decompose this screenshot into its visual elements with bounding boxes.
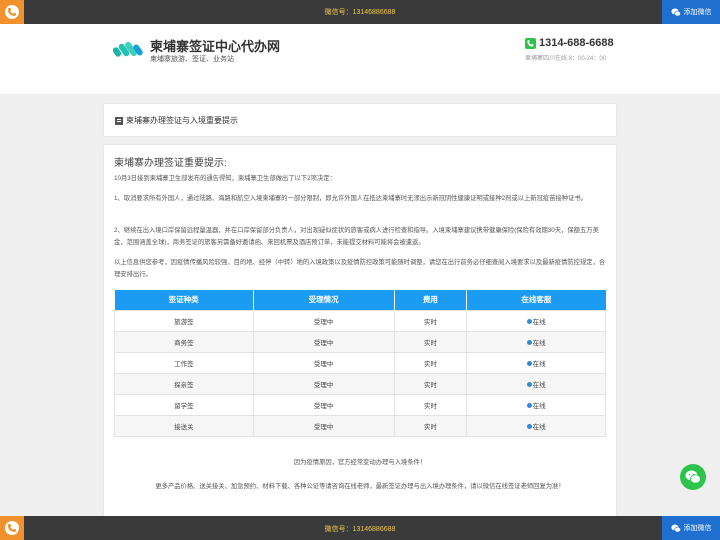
cell-online[interactable]: 在线 (466, 309, 606, 332)
floating-wechat-button[interactable] (680, 464, 706, 490)
wechat-icon (685, 470, 701, 484)
cell-status: 受理中 (252, 372, 395, 395)
paragraph-intro: 10月3日接到柬埔寨卫生部发布的通告得知，柬埔寨卫生部做出了以下2项决定： (114, 175, 336, 182)
cell-visa-type: 接送关 (114, 414, 254, 437)
notice-text-covid: 因为疫情原因，官方经常变动办理与入境条件！ (293, 459, 427, 466)
cell-status: 受理中 (252, 309, 395, 332)
table-row: 旅游签 受理中 实时 在线 (114, 309, 606, 332)
cell-visa-type: 留学签 (114, 393, 254, 416)
hotline-note: 柬埔寨四川在线 8：00-24：00 (525, 56, 607, 62)
cell-visa-type: 工作签 (114, 351, 254, 374)
cell-status: 受理中 (252, 414, 395, 437)
cell-fee: 实时 (393, 351, 468, 374)
cell-status: 受理中 (252, 393, 395, 416)
visa-table: 签证种类 受理情况 费用 在线客服 旅游签 受理中 实时 在线 商务签 受理中 … (114, 290, 606, 437)
wechat-icon (670, 8, 681, 16)
logo-mark-icon[interactable] (112, 38, 143, 63)
online-link[interactable]: 在线 (533, 361, 546, 368)
table-row: 工作签 受理中 实时 在线 (114, 351, 606, 374)
online-link[interactable]: 在线 (533, 340, 546, 347)
online-link[interactable]: 在线 (533, 424, 546, 431)
site-header (0, 24, 720, 94)
site-title[interactable]: 柬埔寨签证中心代办网 (150, 36, 280, 55)
paragraph-rule-1: 1、取消要求所有外国人，通过陆路、海路和航空入境柬埔寨的一部分限制，即允许外国人… (114, 195, 587, 202)
cell-online[interactable]: 在线 (466, 414, 606, 437)
top-bar: 微信号：13146886688 添加微信 (0, 0, 720, 24)
add-wechat-button[interactable]: 添加微信 (662, 516, 720, 540)
online-icon (526, 424, 532, 430)
table-row: 探亲签 受理中 实时 在线 (114, 372, 606, 395)
paragraph-advice: 以上信息供您参考，因疫情传播风险较强，目的地、经停（中转）地的入境政策以及疫情防… (114, 259, 606, 278)
cell-fee: 实时 (393, 414, 468, 437)
online-link[interactable]: 在线 (533, 403, 546, 410)
cell-visa-type: 旅游签 (114, 309, 254, 332)
cell-fee: 实时 (393, 372, 468, 395)
cell-online[interactable]: 在线 (466, 393, 606, 416)
cell-visa-type: 探亲签 (114, 372, 254, 395)
add-wechat-label: 添加微信 (683, 9, 712, 16)
notice-card: 柬埔寨办理签证与入境重要提示 (104, 104, 616, 136)
header-online-service: 在线客服 (466, 290, 606, 310)
header-visa-type: 签证种类 (114, 290, 254, 310)
wechat-id-text: 微信号：13146886688 (324, 526, 396, 533)
cell-fee: 实时 (393, 330, 468, 353)
table-row: 商务签 受理中 实时 在线 (114, 330, 606, 353)
doc-icon (115, 116, 123, 125)
cell-status: 受理中 (252, 351, 395, 374)
cell-online[interactable]: 在线 (466, 351, 606, 374)
wechat-icon (525, 37, 536, 49)
cell-fee: 实时 (393, 309, 468, 332)
online-icon (526, 340, 532, 346)
wechat-icon (670, 524, 681, 532)
site-subtitle: 柬埔寨旅游、签证、业务站 (150, 56, 234, 63)
wechat-id-text: 微信号：13146886688 (324, 9, 396, 16)
notice-card-header: 柬埔寨办理签证与入境重要提示 (115, 115, 238, 126)
table-row: 接送关 受理中 实时 在线 (114, 414, 606, 437)
notice-card-title: 柬埔寨办理签证与入境重要提示 (126, 116, 238, 125)
cell-status: 受理中 (252, 330, 395, 353)
cell-online[interactable]: 在线 (466, 330, 606, 353)
online-icon (526, 382, 532, 388)
hotline-number: 1314-688-6688 (539, 37, 614, 49)
content-card: 柬埔寨办理签证重要提示: 10月3日接到柬埔寨卫生部发布的通告得知，柬埔寨卫生部… (104, 145, 616, 516)
online-icon (526, 403, 532, 409)
header-fee: 费用 (394, 290, 468, 310)
header-status: 受理情况 (253, 290, 395, 310)
notice-text-contact: 更多产品价格、送关接关、加急预约、材料下载、各种公证等请咨询在线老师，最新签证办… (155, 483, 565, 490)
online-link[interactable]: 在线 (533, 319, 546, 326)
online-link[interactable]: 在线 (533, 382, 546, 389)
online-icon (526, 361, 532, 367)
hotline[interactable]: 1314-688-6688 (525, 37, 614, 49)
add-wechat-button[interactable]: 添加微信 (662, 0, 720, 24)
cell-visa-type: 商务签 (114, 330, 254, 353)
cell-online[interactable]: 在线 (466, 372, 606, 395)
content-heading: 柬埔寨办理签证重要提示: (114, 158, 227, 169)
add-wechat-label: 添加微信 (683, 525, 712, 532)
online-icon (526, 319, 532, 325)
cell-fee: 实时 (393, 393, 468, 416)
paragraph-rule-2: 2、继续在出入境口岸保留远程量温器，并在口岸保留部分负责人，对出现疑似症状的旅客… (114, 227, 599, 246)
table-header-row: 签证种类 受理情况 费用 在线客服 (114, 290, 606, 310)
table-row: 留学签 受理中 实时 在线 (114, 393, 606, 416)
bottom-bar: 微信号：13146886688 添加微信 (0, 516, 720, 540)
